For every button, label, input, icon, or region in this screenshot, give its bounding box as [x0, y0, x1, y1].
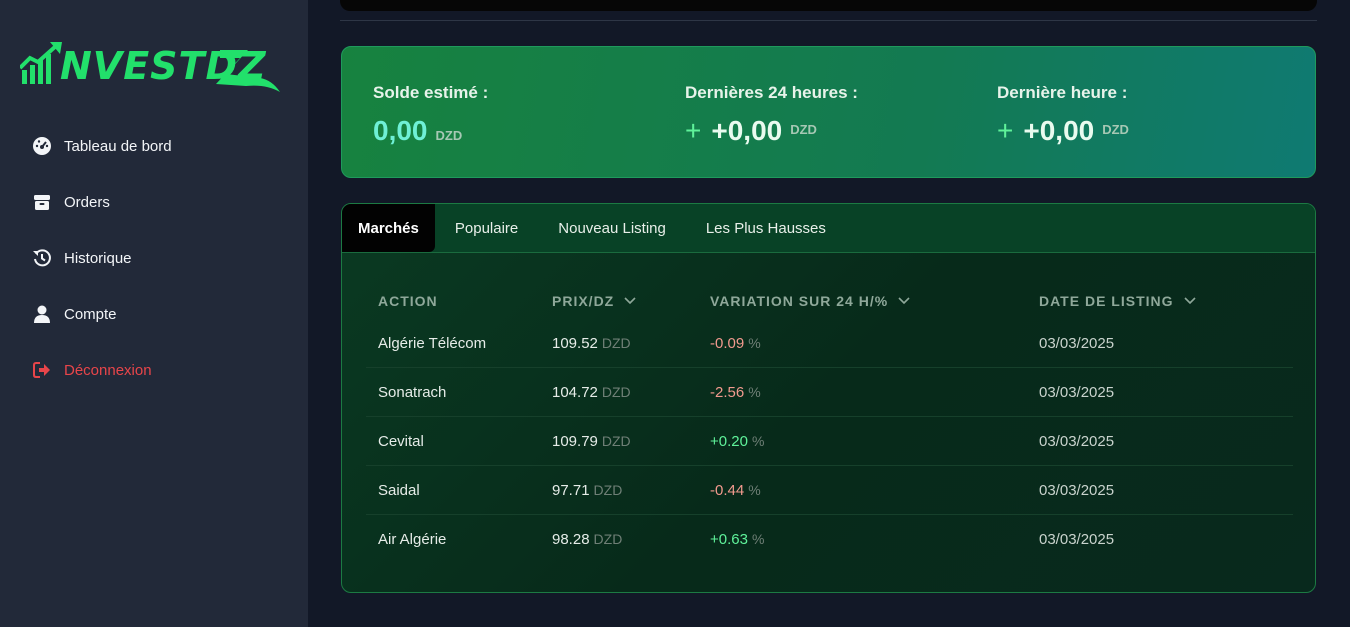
gauge-icon [32, 136, 52, 156]
chevron-down-icon [1183, 297, 1196, 305]
cell-price: 109.52 DZD [552, 334, 631, 352]
cell-action: Algérie Télécom [378, 334, 487, 352]
stat-last-hour: Dernière heure : + +0,00 DZD [997, 83, 1129, 147]
tab-popular[interactable]: Populaire [435, 204, 538, 252]
stat-unit: DZD [790, 122, 817, 137]
table-row[interactable]: Sonatrach 104.72 DZD -2.56% 03/03/2025 [366, 368, 1293, 417]
cell-date: 03/03/2025 [1039, 383, 1115, 401]
brand-name: NVESTDZ [60, 44, 267, 88]
cell-price: 97.71 DZD [552, 481, 623, 499]
stat-label: Dernières 24 heures : [685, 83, 858, 102]
stat-label: Dernière heure : [997, 83, 1128, 102]
main-content: Solde estimé : 0,00 DZD Dernières 24 heu… [308, 0, 1350, 627]
cell-date: 03/03/2025 [1039, 334, 1115, 352]
top-panel-edge [340, 0, 1317, 11]
tab-top-gainers[interactable]: Les Plus Hausses [686, 204, 846, 252]
sidebar-item-history[interactable]: Historique [0, 230, 308, 286]
sidebar-item-dashboard[interactable]: Tableau de bord [0, 118, 308, 174]
sidebar-item-label: Tableau de bord [64, 137, 172, 155]
balance-card: Solde estimé : 0,00 DZD Dernières 24 heu… [341, 46, 1316, 178]
chevron-down-icon [898, 297, 910, 305]
history-icon [32, 248, 52, 268]
sidebar-item-orders[interactable]: Orders [0, 174, 308, 230]
column-variation[interactable]: VARIATION SUR 24 H/% [710, 293, 1039, 309]
market-table: ACTION PRIX/DZ VARIATION SUR 24 H/% DATE… [366, 283, 1293, 564]
column-price[interactable]: PRIX/DZ [552, 293, 710, 309]
sidebar-item-label: Orders [64, 193, 110, 211]
cell-date: 03/03/2025 [1039, 481, 1115, 499]
cell-date: 03/03/2025 [1039, 531, 1115, 548]
stat-value: +0,00 [1023, 115, 1095, 146]
cell-date: 03/03/2025 [1039, 432, 1115, 450]
tab-markets[interactable]: Marchés [342, 204, 435, 252]
logout-icon [32, 360, 52, 380]
tab-new-listing[interactable]: Nouveau Listing [538, 204, 686, 252]
column-listing-date[interactable]: DATE DE LISTING [1039, 293, 1293, 309]
market-card: Marchés Populaire Nouveau Listing Les Pl… [341, 203, 1316, 593]
cell-price: 104.72 DZD [552, 383, 631, 401]
table-row[interactable]: Algérie Télécom 109.52 DZD -0.09% 03/03/2… [366, 319, 1293, 368]
user-icon [32, 304, 52, 324]
table-row[interactable]: Air Algérie 98.28 DZD +0.63% 03/03/2025 [366, 515, 1293, 564]
sidebar-item-label: Compte [64, 305, 117, 323]
cell-variation: +0.20% [710, 432, 765, 450]
stat-last-24h: Dernières 24 heures : + +0,00 DZD [685, 83, 858, 147]
box-icon [32, 192, 52, 212]
sidebar-item-label: Historique [64, 249, 132, 267]
divider [340, 20, 1317, 21]
table-row[interactable]: Saidal 97.71 DZD -0.44% 03/03/2025 [366, 466, 1293, 515]
plus-icon: + [685, 115, 702, 146]
cell-variation: +0.63% [710, 531, 765, 548]
stat-value: 0,00 [373, 115, 428, 146]
table-header: ACTION PRIX/DZ VARIATION SUR 24 H/% DATE… [366, 283, 1293, 319]
sidebar-item-account[interactable]: Compte [0, 286, 308, 342]
market-tabs: Marchés Populaire Nouveau Listing Les Pl… [342, 204, 1315, 253]
sidebar: NVESTDZ Tableau de bord Orders Historiqu… [0, 0, 308, 627]
cell-price: 98.28 DZD [552, 531, 623, 548]
cell-variation: -2.56% [710, 383, 761, 401]
sidebar-item-logout[interactable]: Déconnexion [0, 342, 308, 398]
cell-action: Sonatrach [378, 383, 447, 401]
stat-unit: DZD [1102, 122, 1129, 137]
brand-logo[interactable]: NVESTDZ [20, 40, 282, 100]
stat-label: Solde estimé : [373, 83, 489, 102]
cell-action: Air Algérie [378, 531, 447, 548]
chevron-down-icon [624, 297, 636, 305]
stat-unit: DZD [435, 128, 463, 143]
cell-action: Cevital [378, 432, 424, 450]
plus-icon: + [997, 115, 1014, 146]
cell-variation: -0.44% [710, 481, 761, 499]
table-row[interactable]: Cevital 109.79 DZD +0.20% 03/03/2025 [366, 417, 1293, 466]
stat-value: +0,00 [711, 115, 783, 146]
app-root: NVESTDZ Tableau de bord Orders Historiqu… [0, 0, 1350, 627]
cell-price: 109.79 DZD [552, 432, 631, 450]
sidebar-item-label: Déconnexion [64, 361, 152, 379]
column-action: ACTION [378, 293, 438, 309]
sidebar-nav: Tableau de bord Orders Historique Compte [0, 118, 308, 398]
cell-variation: -0.09% [710, 334, 761, 352]
cell-action: Saidal [378, 481, 420, 499]
stat-estimated-balance: Solde estimé : 0,00 DZD [373, 83, 488, 147]
